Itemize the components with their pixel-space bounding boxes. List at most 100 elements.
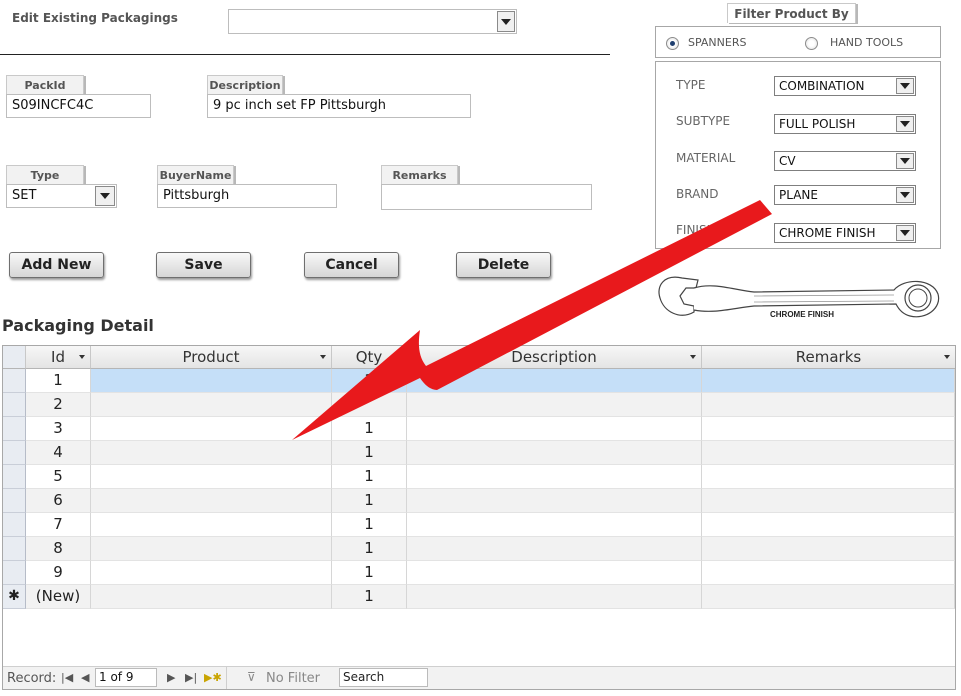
cell-description[interactable] — [407, 465, 702, 489]
chevron-down-icon[interactable] — [896, 116, 914, 132]
select-all-corner[interactable] — [3, 346, 26, 369]
cell-qty[interactable]: 1 — [332, 489, 407, 513]
cell-description[interactable] — [407, 585, 702, 609]
column-header-id[interactable]: Id — [26, 346, 91, 369]
first-record-icon[interactable]: |◀ — [61, 671, 73, 684]
cell-qty[interactable]: 1 — [332, 417, 407, 441]
row-selector[interactable] — [3, 537, 26, 561]
cell-product[interactable] — [91, 369, 332, 393]
cell-id[interactable]: (New) — [26, 585, 91, 609]
hand-tools-radio-label[interactable]: HAND TOOLS — [830, 36, 903, 49]
row-selector[interactable] — [3, 393, 26, 417]
row-selector[interactable] — [3, 561, 26, 585]
cell-id[interactable]: 5 — [26, 465, 91, 489]
cell-description[interactable] — [407, 561, 702, 585]
chevron-down-icon[interactable] — [896, 153, 914, 169]
cell-description[interactable] — [407, 393, 702, 417]
cancel-button[interactable]: Cancel — [304, 252, 399, 278]
column-header-remarks[interactable]: Remarks — [702, 346, 955, 369]
chevron-down-icon[interactable] — [896, 225, 914, 241]
sort-arrow-icon[interactable] — [395, 355, 401, 359]
sort-arrow-icon[interactable] — [79, 355, 85, 359]
search-field[interactable]: Search — [339, 668, 428, 687]
cell-id[interactable]: 6 — [26, 489, 91, 513]
cell-description[interactable] — [407, 417, 702, 441]
cell-product[interactable] — [91, 561, 332, 585]
chevron-down-icon[interactable] — [896, 78, 914, 94]
cell-description[interactable] — [407, 537, 702, 561]
cell-product[interactable] — [91, 393, 332, 417]
subtype-filter-dropdown[interactable]: FULL POLISH — [774, 114, 916, 134]
cell-qty[interactable]: 1 — [332, 465, 407, 489]
cell-remarks[interactable] — [702, 465, 955, 489]
finish-filter-dropdown[interactable]: CHROME FINISH — [774, 223, 916, 243]
description-field[interactable]: 9 pc inch set FP Pittsburgh — [207, 94, 471, 118]
cell-qty[interactable]: 1 — [332, 441, 407, 465]
column-header-description[interactable]: Description — [407, 346, 702, 369]
save-button[interactable]: Save — [156, 252, 251, 278]
brand-filter-dropdown[interactable]: PLANE — [774, 185, 916, 205]
new-record-icon[interactable]: ▶✱ — [204, 671, 222, 684]
row-selector[interactable] — [3, 465, 26, 489]
last-record-icon[interactable]: ▶| — [185, 671, 197, 684]
next-record-icon[interactable]: ▶ — [167, 671, 175, 684]
cell-remarks[interactable] — [702, 441, 955, 465]
cell-remarks[interactable] — [702, 537, 955, 561]
row-selector[interactable] — [3, 417, 26, 441]
type-dropdown[interactable]: SET — [6, 184, 117, 208]
chevron-down-icon[interactable] — [896, 187, 914, 203]
edit-existing-dropdown[interactable] — [228, 9, 517, 34]
hand-tools-radio[interactable] — [805, 37, 818, 50]
chevron-down-icon[interactable] — [497, 11, 515, 32]
current-record-field[interactable]: 1 of 9 — [95, 668, 157, 687]
cell-product[interactable] — [91, 417, 332, 441]
cell-qty[interactable] — [332, 393, 407, 417]
buyername-field[interactable]: Pittsburgh — [157, 184, 337, 208]
cell-remarks[interactable] — [702, 417, 955, 441]
cell-id[interactable]: 7 — [26, 513, 91, 537]
table-row[interactable]: 91 — [3, 561, 955, 585]
no-filter-button[interactable]: No Filter — [266, 671, 320, 686]
cell-remarks[interactable] — [702, 585, 955, 609]
table-row[interactable]: 11 — [3, 369, 955, 393]
table-row[interactable]: 2 — [3, 393, 955, 417]
cell-description[interactable] — [407, 513, 702, 537]
cell-product[interactable] — [91, 537, 332, 561]
cell-id[interactable]: 2 — [26, 393, 91, 417]
add-new-button[interactable]: Add New — [9, 252, 104, 278]
chevron-down-icon[interactable] — [95, 186, 115, 206]
cell-id[interactable]: 4 — [26, 441, 91, 465]
cell-product[interactable] — [91, 585, 332, 609]
cell-id[interactable]: 1 — [26, 369, 91, 393]
table-row[interactable]: 71 — [3, 513, 955, 537]
cell-remarks[interactable] — [702, 489, 955, 513]
row-selector[interactable] — [3, 513, 26, 537]
cell-id[interactable]: 8 — [26, 537, 91, 561]
cell-id[interactable]: 3 — [26, 417, 91, 441]
spanners-radio[interactable] — [666, 37, 679, 50]
cell-remarks[interactable] — [702, 513, 955, 537]
spanners-radio-label[interactable]: SPANNERS — [688, 36, 746, 49]
cell-qty[interactable]: 1 — [332, 369, 407, 393]
cell-product[interactable] — [91, 489, 332, 513]
table-row[interactable]: 51 — [3, 465, 955, 489]
cell-description[interactable] — [407, 489, 702, 513]
table-row[interactable]: 41 — [3, 441, 955, 465]
material-filter-dropdown[interactable]: CV — [774, 151, 916, 171]
cell-product[interactable] — [91, 441, 332, 465]
column-header-qty[interactable]: Qty — [332, 346, 407, 369]
packid-field[interactable]: S09INCFC4C — [6, 94, 151, 118]
cell-remarks[interactable] — [702, 369, 955, 393]
sort-arrow-icon[interactable] — [944, 355, 950, 359]
type-filter-dropdown[interactable]: COMBINATION — [774, 76, 916, 96]
table-row[interactable]: 61 — [3, 489, 955, 513]
cell-id[interactable]: 9 — [26, 561, 91, 585]
table-row[interactable]: 81 — [3, 537, 955, 561]
cell-remarks[interactable] — [702, 393, 955, 417]
column-header-product[interactable]: Product — [91, 346, 332, 369]
row-selector[interactable] — [3, 489, 26, 513]
previous-record-icon[interactable]: ◀ — [81, 671, 89, 684]
cell-qty[interactable]: 1 — [332, 585, 407, 609]
delete-button[interactable]: Delete — [456, 252, 551, 278]
cell-qty[interactable]: 1 — [332, 513, 407, 537]
